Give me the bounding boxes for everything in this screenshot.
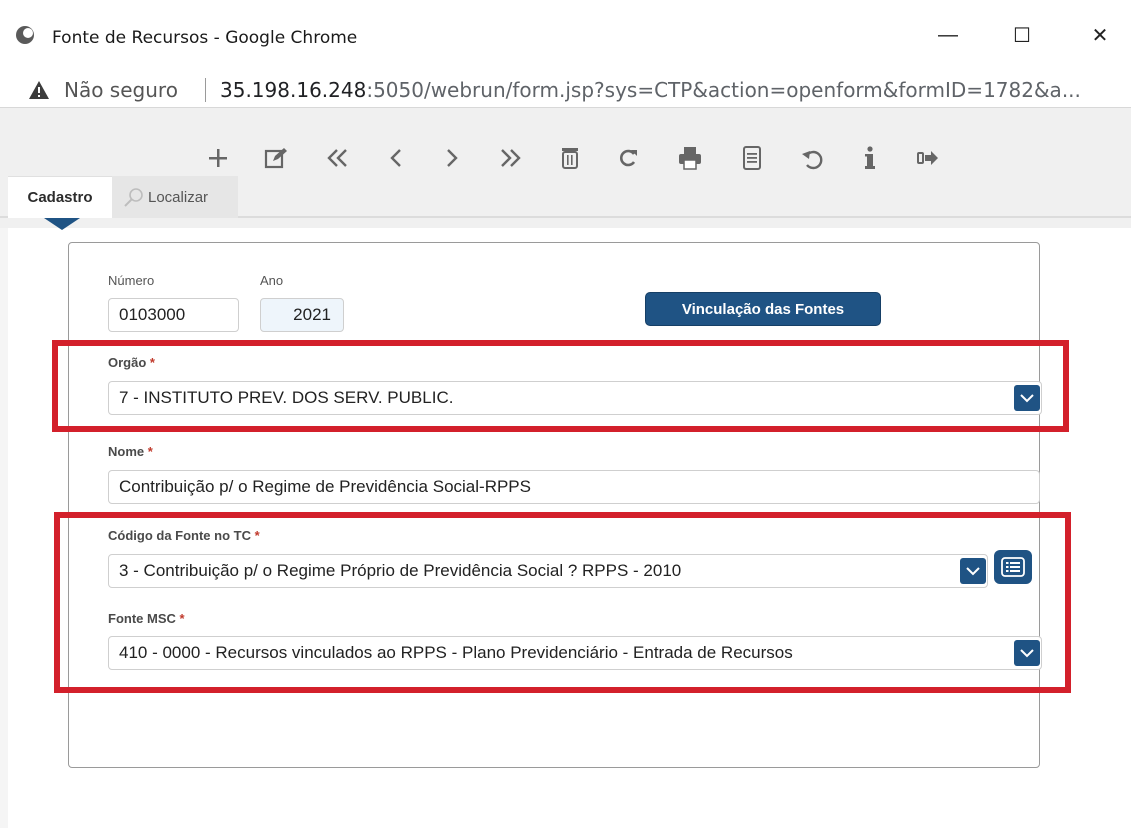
tab-cadastro-label: Cadastro bbox=[27, 189, 93, 206]
security-label[interactable]: Não seguro bbox=[64, 78, 178, 102]
plus-icon[interactable] bbox=[200, 138, 236, 178]
required-mark: * bbox=[147, 444, 153, 459]
window-titlebar: Fonte de Recursos - Google Chrome — ☐ ✕ bbox=[0, 0, 1131, 72]
last-record-icon[interactable] bbox=[492, 138, 528, 178]
info-icon[interactable] bbox=[852, 138, 888, 178]
tab-cadastro[interactable]: Cadastro bbox=[8, 176, 112, 218]
tab-localizar[interactable]: Localizar bbox=[112, 176, 238, 218]
window-title: Fonte de Recursos - Google Chrome bbox=[52, 28, 358, 48]
ano-label: Ano bbox=[260, 273, 284, 288]
edit-icon[interactable] bbox=[258, 138, 294, 178]
active-tab-indicator bbox=[44, 218, 80, 230]
numero-label: Número bbox=[108, 273, 155, 288]
undo-icon[interactable] bbox=[794, 138, 830, 178]
address-bar[interactable]: Não seguro 35.198.16.248:5050/webrun/for… bbox=[0, 72, 1131, 108]
refresh-icon[interactable] bbox=[610, 138, 646, 178]
next-record-icon[interactable] bbox=[434, 138, 470, 178]
maximize-button[interactable]: ☐ bbox=[1002, 18, 1042, 52]
search-icon bbox=[124, 188, 143, 207]
highlight-box-fontes bbox=[54, 512, 1071, 693]
address-separator bbox=[205, 78, 206, 102]
tab-localizar-label: Localizar bbox=[148, 188, 209, 206]
ano-input: 2021 bbox=[260, 298, 344, 332]
url-text[interactable]: 35.198.16.248:5050/webrun/form.jsp?sys=C… bbox=[220, 78, 1081, 102]
print-icon[interactable] bbox=[672, 138, 708, 178]
warning-icon[interactable] bbox=[28, 80, 50, 100]
nome-input[interactable]: Contribuição p/ o Regime de Previdência … bbox=[108, 470, 1040, 504]
url-rest: :5050/webrun/form.jsp?sys=CTP&action=ope… bbox=[366, 78, 1081, 102]
document-icon[interactable] bbox=[734, 138, 770, 178]
minimize-button[interactable]: — bbox=[928, 18, 968, 52]
previous-record-icon[interactable] bbox=[378, 138, 414, 178]
close-button[interactable]: ✕ bbox=[1080, 18, 1120, 52]
exit-icon[interactable] bbox=[910, 138, 946, 178]
vinculacao-button[interactable]: Vinculação das Fontes bbox=[645, 292, 881, 326]
nome-label: Nome * bbox=[108, 444, 153, 459]
highlight-box-orgao bbox=[52, 340, 1069, 432]
first-record-icon[interactable] bbox=[320, 138, 356, 178]
nome-label-text: Nome bbox=[108, 444, 145, 459]
app-icon bbox=[16, 26, 34, 44]
url-host: 35.198.16.248 bbox=[220, 78, 367, 102]
delete-icon[interactable] bbox=[552, 138, 588, 178]
left-edge bbox=[0, 228, 8, 828]
numero-input[interactable]: 0103000 bbox=[108, 298, 239, 332]
